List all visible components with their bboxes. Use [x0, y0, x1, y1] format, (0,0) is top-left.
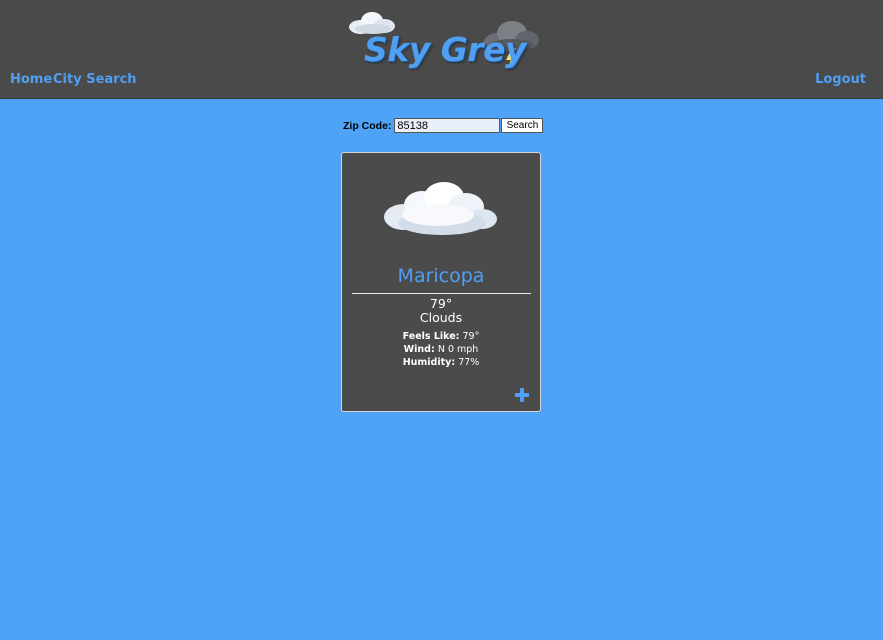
wind-value: N 0 mph: [437, 344, 479, 355]
city-name: Maricopa: [397, 265, 485, 287]
cloud-icon: [384, 182, 497, 235]
zip-search-form: Zip Code: Search: [343, 118, 544, 133]
zip-code-label: Zip Code:: [343, 119, 392, 132]
humidity-row: Humidity: 77%: [342, 357, 540, 368]
feels-like-row: Feels Like: 79°: [342, 331, 540, 342]
wind-row: Wind: N 0 mph: [342, 344, 540, 355]
feels-like-value: 79°: [462, 331, 480, 342]
nav-city-search-link[interactable]: City Search: [53, 72, 137, 87]
card-divider: [352, 293, 531, 294]
weather-card: Maricopa 79° Clouds Feels Like: 79° Wind…: [341, 152, 541, 412]
site-logo[interactable]: Sky Grey: [346, 8, 542, 72]
humidity-value: 77%: [458, 357, 480, 368]
search-button[interactable]: Search: [501, 118, 544, 133]
wind-label: Wind:: [403, 344, 435, 355]
humidity-label: Humidity:: [402, 357, 456, 368]
plus-icon[interactable]: [514, 387, 530, 403]
zip-code-input[interactable]: [394, 118, 501, 133]
logo-text: Sky Grey: [364, 30, 526, 69]
feels-like-label: Feels Like:: [402, 331, 460, 342]
nav-home-link[interactable]: Home: [10, 72, 52, 87]
weather-condition: Clouds: [419, 310, 463, 325]
header: Sky Grey Home City Search Logout: [0, 0, 883, 99]
nav-logout-link[interactable]: Logout: [815, 72, 866, 87]
temperature: 79°: [429, 296, 453, 311]
